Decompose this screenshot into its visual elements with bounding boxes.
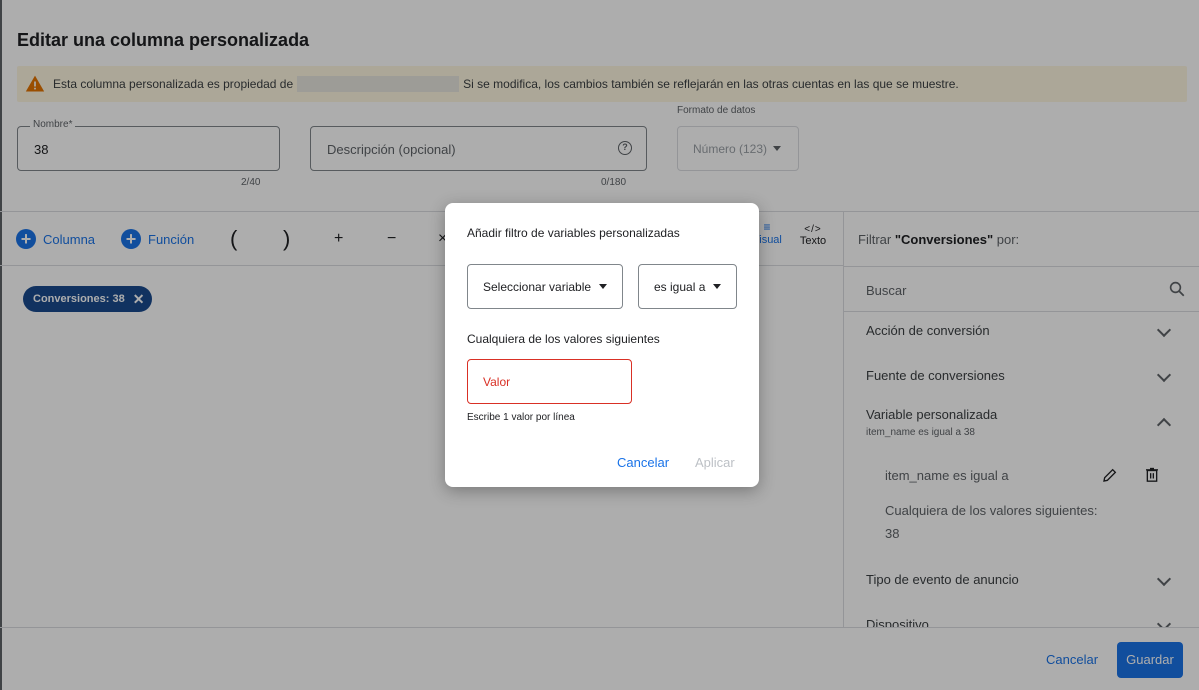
custom-variable-filter-dialog: Añadir filtro de variables personalizada… <box>445 203 759 487</box>
values-label: Cualquiera de los valores siguientes <box>467 332 660 346</box>
dialog-cancel-button[interactable]: Cancelar <box>617 455 669 470</box>
value-input-placeholder[interactable]: Valor <box>483 375 510 389</box>
dialog-apply-button[interactable]: Aplicar <box>695 455 735 470</box>
variable-select-value: Seleccionar variable <box>483 279 592 294</box>
value-hint: Escribe 1 valor por línea <box>467 412 575 423</box>
caret-down-icon <box>713 284 722 289</box>
value-input[interactable]: Valor <box>467 359 632 404</box>
variable-select[interactable]: Seleccionar variable <box>467 264 623 309</box>
dialog-title: Añadir filtro de variables personalizada… <box>467 226 680 240</box>
caret-down-icon <box>599 284 608 289</box>
condition-select-value: es igual a <box>654 279 706 294</box>
condition-select[interactable]: es igual a <box>638 264 737 309</box>
